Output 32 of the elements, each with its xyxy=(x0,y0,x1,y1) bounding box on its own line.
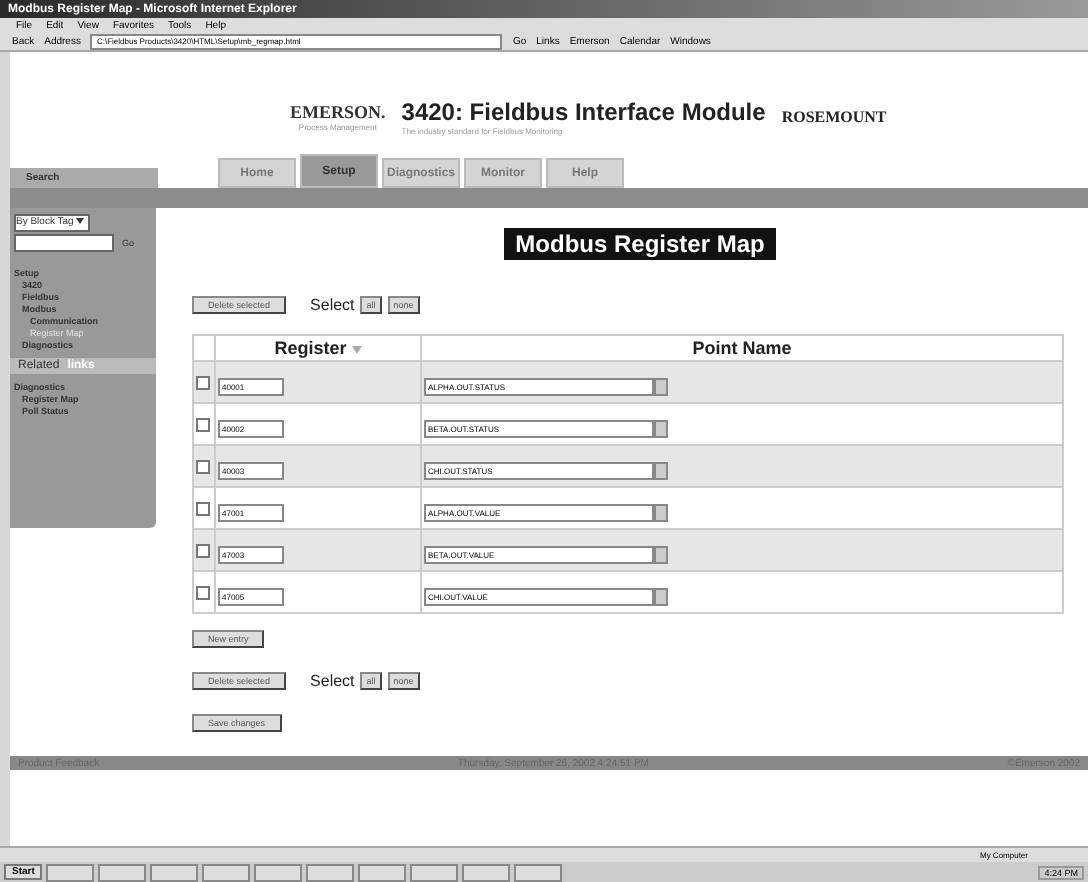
taskbar-button[interactable] xyxy=(514,863,563,881)
row-checkbox[interactable] xyxy=(196,460,210,474)
taskbar-button[interactable] xyxy=(462,863,511,881)
taskbar-button[interactable] xyxy=(358,863,407,881)
module-title: 3420: Fieldbus Interface Module xyxy=(401,97,766,125)
column-header[interactable]: Point Name xyxy=(692,338,792,358)
dropdown-arrow-button[interactable] xyxy=(654,588,668,606)
taskbar-button[interactable] xyxy=(150,863,199,881)
dropdown-arrow-button[interactable] xyxy=(654,378,668,396)
search-field[interactable] xyxy=(14,234,114,252)
dropdown-arrow-button[interactable] xyxy=(654,462,668,480)
dropdown-arrow-button[interactable] xyxy=(654,504,668,522)
dropdown-arrow-button[interactable] xyxy=(654,420,668,438)
row-checkbox[interactable] xyxy=(196,502,210,516)
taskbar-button[interactable] xyxy=(46,863,95,881)
taskbar-button[interactable] xyxy=(306,863,355,881)
brand-name: EMERSON. xyxy=(290,101,386,121)
dropdown-arrow-icon xyxy=(76,218,85,224)
row-checkbox[interactable] xyxy=(196,418,210,432)
dropdown-arrow-button[interactable] xyxy=(654,546,668,564)
taskbar-button[interactable] xyxy=(410,863,459,881)
taskbar-button[interactable] xyxy=(202,863,251,881)
row-checkbox[interactable] xyxy=(196,586,210,600)
sort-icon[interactable] xyxy=(351,346,362,354)
taskbar-button[interactable] xyxy=(254,863,303,881)
row-checkbox[interactable] xyxy=(196,544,210,558)
taskbar-button[interactable] xyxy=(98,863,147,881)
partner-name: ROSEMOUNT xyxy=(781,107,887,125)
page-title: Modbus Register Map xyxy=(503,228,777,260)
row-checkbox[interactable] xyxy=(196,376,210,390)
select-label: Select xyxy=(310,296,355,314)
select-label: Select xyxy=(310,672,355,690)
